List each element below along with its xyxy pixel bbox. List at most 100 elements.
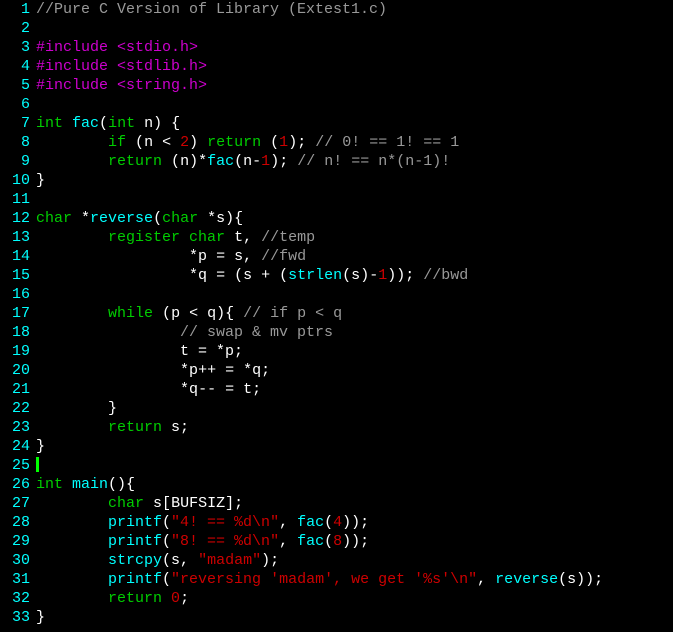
line-number: 27 <box>0 494 30 513</box>
token-ident: q <box>198 267 216 284</box>
token-paren: } <box>108 400 117 417</box>
code-line[interactable]: 25 <box>0 456 673 475</box>
token-op: < <box>189 305 207 322</box>
line-number: 4 <box>0 57 30 76</box>
token-paren: ( <box>171 153 180 170</box>
code-content[interactable]: //Pure C Version of Library (Extest1.c) <box>36 0 387 19</box>
code-line[interactable]: 12char *reverse(char *s){ <box>0 209 673 228</box>
code-content[interactable]: *p = s, //fwd <box>36 247 306 266</box>
code-line[interactable]: 26 int main(){ <box>0 475 673 494</box>
code-content[interactable]: *q = (s + (strlen(s)-1)); //bwd <box>36 266 468 285</box>
code-content[interactable]: int fac(int n) { <box>36 114 180 133</box>
line-number: 23 <box>0 418 30 437</box>
code-content[interactable]: int main(){ <box>36 475 135 494</box>
line-number: 26 <box>0 475 30 494</box>
code-line[interactable]: 1//Pure C Version of Library (Extest1.c) <box>0 0 673 19</box>
token-paren: ( <box>234 153 243 170</box>
code-line[interactable]: 21 *q-- = t; <box>0 380 673 399</box>
token-type: char <box>189 229 225 246</box>
code-line[interactable]: 30 strcpy(s, "madam"); <box>0 551 673 570</box>
code-content[interactable]: return s; <box>36 418 189 437</box>
token-type: int <box>108 115 135 132</box>
code-content[interactable]: // swap & mv ptrs <box>36 323 333 342</box>
code-content[interactable]: #include <string.h> <box>36 76 207 95</box>
code-line[interactable]: 33} <box>0 608 673 627</box>
token-type: int <box>36 476 63 493</box>
code-line[interactable]: 31 printf("reversing 'madam', we get '%s… <box>0 570 673 589</box>
token-paren: ) <box>360 267 369 284</box>
code-line[interactable]: 3#include <stdio.h> <box>0 38 673 57</box>
token-ident: s; <box>162 419 189 436</box>
token-ident <box>36 590 108 607</box>
code-content[interactable]: } <box>36 399 117 418</box>
token-ident: n <box>135 115 153 132</box>
code-line[interactable]: 24} <box>0 437 673 456</box>
code-line[interactable]: 7int fac(int n) { <box>0 114 673 133</box>
code-line[interactable]: 8 if (n < 2) return (1); // 0! == 1! == … <box>0 133 673 152</box>
code-line[interactable]: 9 return (n)*fac(n-1); // n! == n*(n-1)! <box>0 152 673 171</box>
token-ident <box>72 210 81 227</box>
code-line[interactable]: 5 #include <string.h> <box>0 76 673 95</box>
code-content[interactable]: while (p < q){ // if p < q <box>36 304 342 323</box>
token-paren: ( <box>270 134 279 151</box>
code-content[interactable]: printf("reversing 'madam', we get '%s'\n… <box>36 570 603 589</box>
code-content[interactable]: t = *p; <box>36 342 243 361</box>
code-line[interactable]: 20 *p++ = *q; <box>0 361 673 380</box>
token-func: strcpy <box>108 552 162 569</box>
token-ident: s <box>243 267 261 284</box>
code-line[interactable]: 18 // swap & mv ptrs <box>0 323 673 342</box>
code-line[interactable]: 28 printf("4! == %d\n", fac(4)); <box>0 513 673 532</box>
code-content[interactable]: *q-- = t; <box>36 380 261 399</box>
code-content[interactable]: strcpy(s, "madam"); <box>36 551 279 570</box>
code-line[interactable]: 19 t = *p; <box>0 342 673 361</box>
token-incfile: <stdlib.h> <box>117 58 207 75</box>
code-content[interactable]: } <box>36 437 45 456</box>
code-editor[interactable]: 1//Pure C Version of Library (Extest1.c)… <box>0 0 673 627</box>
code-line[interactable]: 29 printf("8! == %d\n", fac(8)); <box>0 532 673 551</box>
code-line[interactable]: 11 <box>0 190 673 209</box>
code-line[interactable]: 2 <box>0 19 673 38</box>
code-content[interactable]: if (n < 2) return (1); // 0! == 1! == 1 <box>36 133 459 152</box>
token-ident <box>36 571 108 588</box>
token-ident: p <box>198 248 216 265</box>
token-num: 1 <box>261 153 270 170</box>
token-func: main <box>72 476 108 493</box>
token-keyword: return <box>108 419 162 436</box>
code-content[interactable]: printf("8! == %d\n", fac(8)); <box>36 532 369 551</box>
code-line[interactable]: 27 char s[BUFSIZ]; <box>0 494 673 513</box>
token-paren: ( <box>342 267 351 284</box>
code-line[interactable]: 13 register char t, //temp <box>0 228 673 247</box>
code-line[interactable]: 14 *p = s, //fwd <box>0 247 673 266</box>
token-preproc: #include <box>36 58 117 75</box>
code-line[interactable]: 10} <box>0 171 673 190</box>
code-content[interactable]: *p++ = *q; <box>36 361 270 380</box>
code-content[interactable]: return 0; <box>36 589 189 608</box>
token-op: ++ = * <box>198 362 252 379</box>
code-content[interactable]: printf("4! == %d\n", fac(4)); <box>36 513 369 532</box>
code-line[interactable]: 32 return 0; <box>0 589 673 608</box>
line-number: 5 <box>0 76 30 95</box>
token-func: printf <box>108 533 162 550</box>
code-content[interactable]: char s[BUFSIZ]; <box>36 494 243 513</box>
code-line[interactable]: 6 <box>0 95 673 114</box>
code-content[interactable]: } <box>36 608 45 627</box>
code-line[interactable]: 17 while (p < q){ // if p < q <box>0 304 673 323</box>
token-ident: p <box>171 305 189 322</box>
code-content[interactable]: return (n)*fac(n-1); // n! == n*(n-1)! <box>36 152 450 171</box>
code-content[interactable]: #include <stdio.h> <box>36 38 198 57</box>
code-line[interactable]: 16 <box>0 285 673 304</box>
token-paren: } <box>36 438 45 455</box>
code-line[interactable]: 15 *q = (s + (strlen(s)-1)); //bwd <box>0 266 673 285</box>
token-num: 8 <box>333 533 342 550</box>
code-content[interactable]: } <box>36 171 45 190</box>
code-line[interactable]: 23 return s; <box>0 418 673 437</box>
token-paren: ( <box>558 571 567 588</box>
code-content[interactable]: #include <stdlib.h> <box>36 57 207 76</box>
code-content[interactable] <box>36 456 39 475</box>
code-content[interactable]: char *reverse(char *s){ <box>36 209 243 228</box>
code-content[interactable]: register char t, //temp <box>36 228 315 247</box>
token-str: "madam" <box>198 552 261 569</box>
code-line[interactable]: 22 } <box>0 399 673 418</box>
line-number: 33 <box>0 608 30 627</box>
code-line[interactable]: 4 #include <stdlib.h> <box>0 57 673 76</box>
